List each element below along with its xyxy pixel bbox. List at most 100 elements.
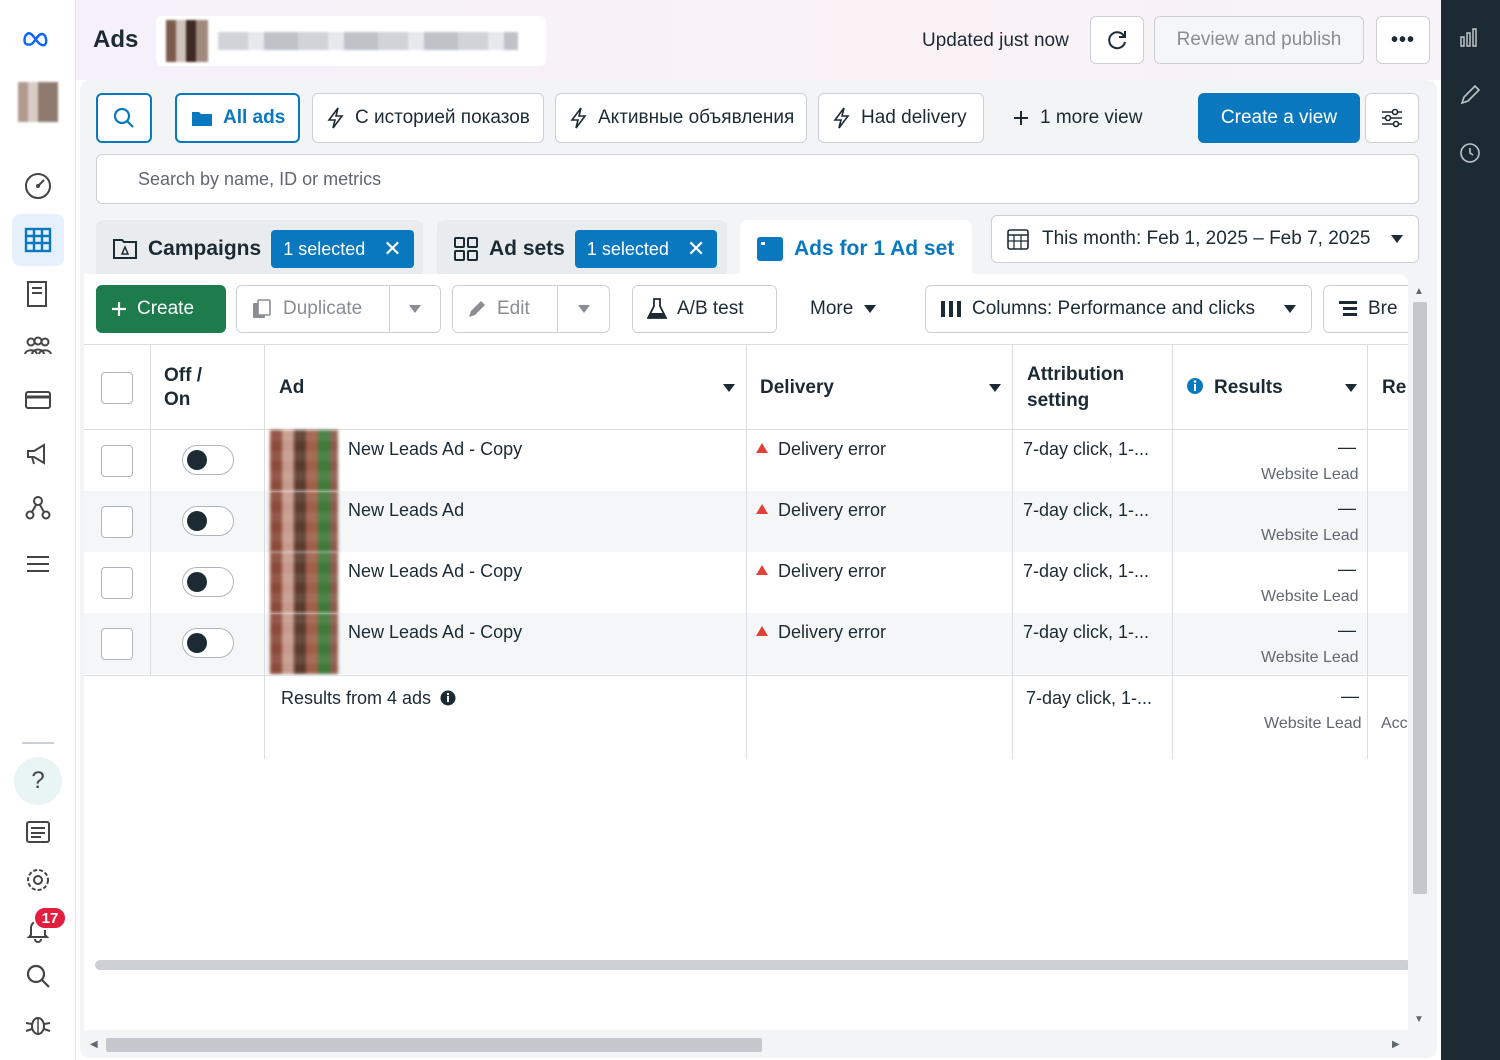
duplicate-dropdown[interactable] (389, 285, 441, 333)
review-and-publish-button[interactable]: Review and publish (1154, 16, 1364, 64)
row-checkbox[interactable] (101, 445, 133, 477)
sort-delivery-icon[interactable] (988, 383, 1002, 393)
info-icon[interactable] (1186, 377, 1204, 395)
delivery-status: Delivery error (756, 439, 886, 460)
plus-icon (1014, 111, 1028, 125)
search-icon[interactable] (12, 950, 64, 1002)
adsets-selected-pill[interactable]: 1 selected ✕ (574, 230, 718, 268)
billing-icon[interactable] (12, 374, 64, 426)
row-checkbox[interactable] (101, 628, 133, 660)
select-all-checkbox[interactable] (101, 372, 133, 404)
view-settings-button[interactable] (1365, 93, 1419, 143)
header-ad[interactable]: Ad (279, 345, 304, 431)
pencil-icon[interactable] (1455, 80, 1485, 110)
header-reach[interactable]: Re (1382, 345, 1406, 431)
ad-thumbnail[interactable] (270, 430, 338, 491)
ad-name[interactable]: New Leads Ad - Copy (348, 439, 522, 460)
campaigns-table-icon[interactable] (12, 214, 64, 266)
results-value: — (1338, 620, 1356, 640)
bug-icon[interactable] (12, 998, 64, 1050)
info-icon[interactable] (440, 690, 456, 706)
horizontal-scroll-thumb[interactable] (106, 1038, 762, 1052)
date-range-picker[interactable]: This month: Feb 1, 2025 – Feb 7, 2025 (991, 215, 1419, 263)
tab-ad-sets[interactable]: Ad sets 1 selected ✕ (437, 220, 727, 278)
refresh-button[interactable] (1090, 16, 1144, 64)
clear-campaigns-icon[interactable]: ✕ (383, 236, 401, 262)
help-icon[interactable]: ? (14, 757, 62, 805)
ad-toggle[interactable] (182, 506, 234, 536)
meta-logo-icon[interactable] (12, 14, 64, 66)
ad-toggle[interactable] (182, 445, 234, 475)
create-view-button[interactable]: Create a view (1198, 93, 1360, 143)
view-active-ads[interactable]: Активные объявления (555, 93, 807, 143)
notifications-badge: 17 (33, 906, 67, 930)
scroll-down-icon[interactable]: ▼ (1414, 1014, 1424, 1025)
campaigns-selected-pill[interactable]: 1 selected ✕ (271, 230, 414, 268)
horizontal-scrollbar[interactable]: ◀ ▶ (88, 1033, 1408, 1055)
ad-account-selector[interactable] (156, 16, 546, 66)
more-views-button[interactable]: 1 more view (998, 93, 1158, 143)
delivery-label: Delivery error (778, 500, 887, 520)
bar-chart-icon[interactable] (1455, 22, 1485, 52)
search-input[interactable]: Search by name, ID or metrics (96, 154, 1419, 204)
ad-name[interactable]: New Leads Ad - Copy (348, 561, 522, 582)
scroll-left-icon[interactable]: ◀ (90, 1039, 98, 1050)
menu-icon[interactable] (12, 538, 64, 590)
scroll-up-icon[interactable]: ▲ (1414, 286, 1424, 297)
ads-reporting-icon[interactable] (12, 428, 64, 480)
ad-thumbnail[interactable] (270, 613, 338, 674)
search-toggle-button[interactable] (96, 93, 152, 143)
left-nav: ? 17 (0, 0, 76, 1060)
columns-selector[interactable]: Columns: Performance and clicks (925, 285, 1312, 333)
view-had-delivery[interactable]: Had delivery (818, 93, 984, 143)
sort-results-icon[interactable] (1344, 383, 1358, 393)
tab-ads[interactable]: Ads for 1 Ad set (740, 220, 972, 278)
ab-test-button[interactable]: A/B test (632, 285, 777, 333)
more-actions-button[interactable]: More (796, 285, 896, 333)
edit-dropdown[interactable] (557, 285, 610, 333)
error-icon (756, 626, 768, 636)
tab-campaigns[interactable]: Campaigns 1 selected ✕ (96, 220, 423, 278)
right-rail (1441, 0, 1500, 1060)
duplicate-button[interactable]: Duplicate (236, 285, 390, 333)
breakdown-selector[interactable]: Bre (1323, 285, 1408, 333)
tab-ad-sets-label: Ad sets (489, 237, 565, 260)
ad-thumbnail[interactable] (270, 491, 338, 552)
edit-label: Edit (497, 298, 530, 319)
history-icon[interactable] (1455, 138, 1485, 168)
view-impression-history[interactable]: С историей показов (312, 93, 544, 143)
vertical-scroll-thumb[interactable] (1413, 302, 1427, 894)
clear-adsets-icon[interactable]: ✕ (687, 236, 705, 262)
edit-button[interactable]: Edit (452, 285, 558, 333)
attribution-value: 7-day click, 1-... (1023, 500, 1150, 520)
header-delivery[interactable]: Delivery (760, 345, 834, 431)
pages-icon[interactable] (12, 268, 64, 320)
overview-icon[interactable] (12, 160, 64, 212)
view-had-delivery-label: Had delivery (861, 107, 967, 128)
create-button[interactable]: Create (96, 285, 226, 333)
business-settings-icon[interactable] (12, 482, 64, 534)
delivery-label: Delivery error (778, 439, 887, 459)
select-all-cell (101, 345, 133, 431)
header-attribution[interactable]: Attribution setting (1027, 345, 1147, 431)
audiences-icon[interactable] (12, 320, 64, 372)
header-results[interactable]: Results (1214, 345, 1283, 431)
ad-toggle[interactable] (182, 628, 234, 658)
header-off-on[interactable]: Off / On (164, 345, 224, 431)
account-avatar[interactable] (12, 76, 64, 128)
row-checkbox[interactable] (101, 567, 133, 599)
vertical-scrollbar[interactable]: ▲ ▼ (1410, 286, 1428, 1026)
ad-name[interactable]: New Leads Ad - Copy (348, 622, 522, 643)
more-options-button[interactable]: ••• (1376, 16, 1430, 64)
ad-toggle[interactable] (182, 567, 234, 597)
row-checkbox[interactable] (101, 506, 133, 538)
sort-ad-icon[interactable] (722, 383, 736, 393)
table-horizontal-scrollbar[interactable] (95, 960, 1408, 970)
ad-thumbnail[interactable] (270, 552, 338, 613)
ad-name[interactable]: New Leads Ad (348, 500, 464, 521)
scroll-right-icon[interactable]: ▶ (1392, 1039, 1400, 1050)
gear-icon[interactable] (12, 854, 64, 906)
news-icon[interactable] (12, 806, 64, 858)
attribution-value: 7-day click, 1-... (1023, 439, 1150, 459)
view-all-ads[interactable]: All ads (175, 93, 300, 143)
